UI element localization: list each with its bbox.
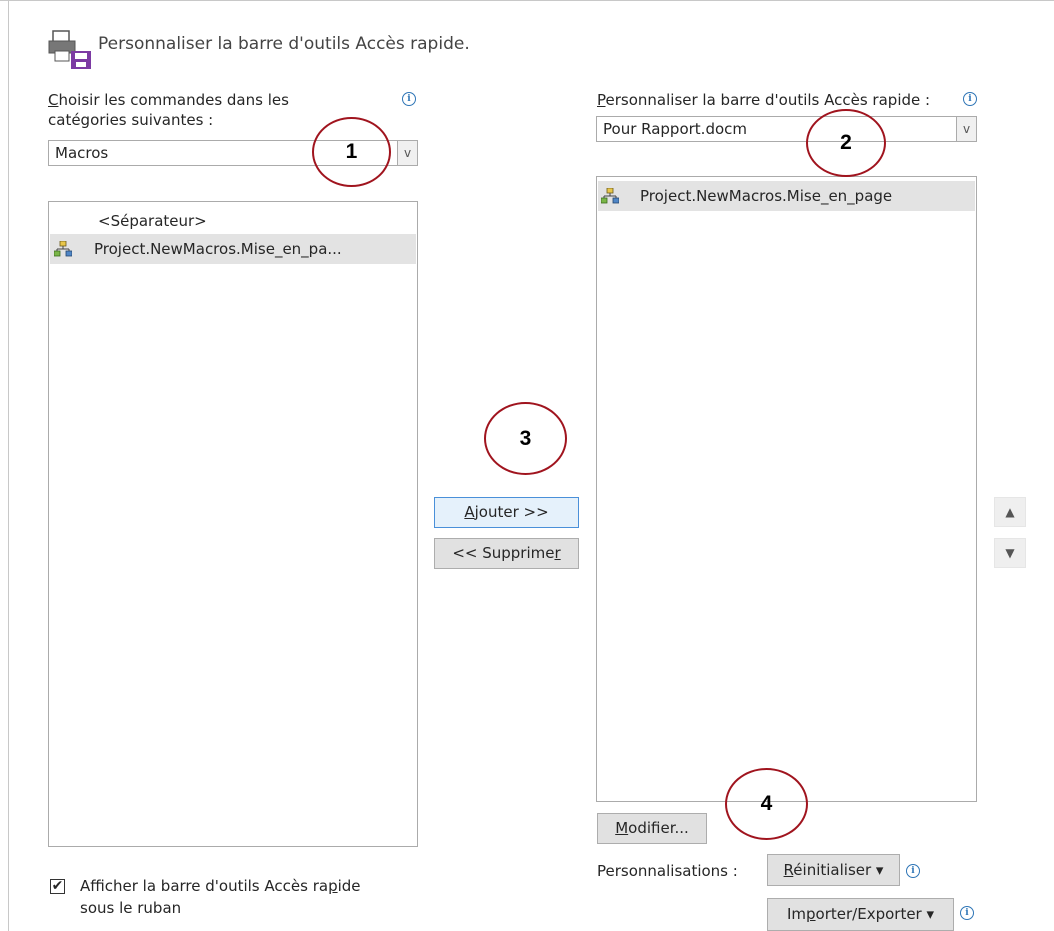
move-up-button[interactable]: ▲ <box>994 497 1026 527</box>
commands-category-value: Macros <box>55 144 109 162</box>
annotation-circle-4: 4 <box>725 768 808 840</box>
show-toolbar-below-ribbon-checkbox[interactable]: ✔ <box>50 879 65 894</box>
choose-commands-label-line2: catégories suivantes : <box>48 111 214 129</box>
import-export-button[interactable]: Importer/Exporter ▾ <box>767 898 954 931</box>
remove-button[interactable]: << Supprimer <box>434 538 579 569</box>
toolbar-target-value: Pour Rapport.docm <box>603 120 748 138</box>
customize-toolbar-label: Personnaliser la barre d'outils Accès ra… <box>597 91 931 109</box>
show-toolbar-below-ribbon-label-line2: sous le ruban <box>80 899 182 917</box>
dialog-left-border <box>8 0 9 931</box>
info-icon[interactable]: i <box>960 906 974 920</box>
list-item[interactable]: <Séparateur> <box>50 206 416 236</box>
info-icon[interactable]: i <box>906 864 920 878</box>
chevron-down-icon[interactable]: v <box>956 117 976 141</box>
move-down-button[interactable]: ▼ <box>994 538 1026 568</box>
dialog-top-border <box>0 0 1054 1</box>
toolbar-commands-list[interactable]: Project.NewMacros.Mise_en_page <box>596 176 977 802</box>
toolbar-target-select[interactable]: Pour Rapport.docm <box>596 116 977 142</box>
list-item-label: Project.NewMacros.Mise_en_pa... <box>94 240 342 258</box>
show-toolbar-below-ribbon-label: Afficher la barre d'outils Accès rapide <box>80 877 361 895</box>
add-button[interactable]: Ajouter >> <box>434 497 579 528</box>
annotation-circle-2: 2 <box>806 109 886 177</box>
list-item-label: Project.NewMacros.Mise_en_page <box>640 187 893 205</box>
quick-access-toolbar-icon <box>48 30 91 69</box>
reset-button[interactable]: Réinitialiser ▾ <box>767 854 900 886</box>
chevron-down-icon[interactable]: v <box>397 141 417 165</box>
macro-icon <box>54 241 72 257</box>
list-item[interactable]: Project.NewMacros.Mise_en_pa... <box>50 234 416 264</box>
info-icon[interactable]: i <box>402 92 416 106</box>
choose-commands-label: Choisir les commandes dans les <box>48 91 289 109</box>
available-commands-list[interactable]: <Séparateur> Project.NewMacros.Mise_en_p… <box>48 201 418 847</box>
customizations-label: Personnalisations : <box>597 862 738 880</box>
modify-button[interactable]: Modifier... <box>597 813 707 844</box>
page-title: Personnaliser la barre d'outils Accès ra… <box>98 34 470 54</box>
macro-icon <box>601 188 619 204</box>
annotation-circle-3: 3 <box>484 402 567 475</box>
annotation-circle-1: 1 <box>312 117 391 187</box>
list-item[interactable]: Project.NewMacros.Mise_en_page <box>598 181 975 211</box>
list-item-label: <Séparateur> <box>98 212 207 230</box>
info-icon[interactable]: i <box>963 92 977 106</box>
